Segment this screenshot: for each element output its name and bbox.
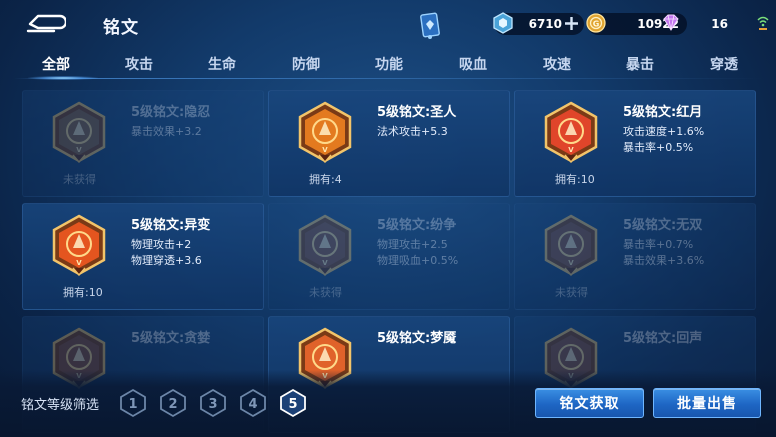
tab-lifesteal[interactable]: 吸血 bbox=[459, 54, 487, 74]
active-tab-indicator bbox=[28, 76, 98, 80]
hex-coin-icon bbox=[493, 12, 513, 34]
level-number: 5 bbox=[288, 397, 297, 412]
inscription-title: 5级铭文:隐忍 bbox=[131, 105, 211, 120]
plus-icon[interactable] bbox=[563, 15, 580, 32]
inscription-card[interactable]: V 5级铭文:隐忍 暴击效果+3.2 未获得 bbox=[22, 90, 264, 197]
level-filter-5[interactable]: 5 bbox=[279, 388, 307, 418]
inscription-stat: 法术攻击+5.3 bbox=[377, 125, 448, 138]
inscription-title: 5级铭文:红月 bbox=[623, 105, 703, 120]
owned-count: 未获得 bbox=[63, 173, 96, 186]
inscription-stat: 物理吸血+0.5% bbox=[377, 254, 459, 267]
inscription-stat: 物理攻击+2 bbox=[131, 238, 192, 251]
inscription-stat: 暴击率+0.7% bbox=[623, 238, 694, 251]
level-filter-4[interactable]: 4 bbox=[239, 388, 267, 418]
wifi-icon bbox=[757, 16, 769, 30]
owned-count: 拥有:4 bbox=[309, 173, 342, 186]
inscription-stat: 暴击率+0.5% bbox=[623, 141, 694, 154]
inscription-card[interactable]: V 5级铭文:纷争 物理攻击+2.5 物理吸血+0.5% 未获得 bbox=[268, 203, 510, 310]
currency-ticket-value: 6710 bbox=[528, 17, 562, 31]
inscription-stat: 物理攻击+2.5 bbox=[377, 238, 448, 251]
inscription-stat: 攻击速度+1.6% bbox=[623, 125, 705, 138]
inscription-stat: 暴击效果+3.6% bbox=[623, 254, 705, 267]
level-number: 4 bbox=[248, 397, 257, 412]
svg-text:V: V bbox=[568, 146, 574, 154]
owned-count: 拥有:10 bbox=[555, 173, 595, 186]
level-filter-1[interactable]: 1 bbox=[119, 388, 147, 418]
svg-text:V: V bbox=[322, 259, 328, 267]
inscription-title: 5级铭文:圣人 bbox=[377, 105, 457, 120]
inscription-title: 5级铭文:梦魇 bbox=[377, 331, 457, 346]
inscription-stat: 暴击效果+3.2 bbox=[131, 125, 202, 138]
inscription-card[interactable]: V 5级铭文:圣人 法术攻击+5.3 拥有:4 bbox=[268, 90, 510, 197]
page-title: 铭文 bbox=[103, 18, 139, 38]
svg-text:V: V bbox=[322, 146, 328, 154]
tab-defense[interactable]: 防御 bbox=[292, 54, 320, 74]
tab-attack-speed[interactable]: 攻速 bbox=[543, 54, 571, 74]
currency-gem-value: 16 bbox=[711, 17, 728, 31]
level-filter-2[interactable]: 2 bbox=[159, 388, 187, 418]
level-filter-label: 铭文等级筛选 bbox=[21, 398, 100, 413]
inscription-card[interactable]: V 5级铭文:无双 暴击率+0.7% 暴击效果+3.6% 未获得 bbox=[514, 203, 756, 310]
inscription-stat: 物理穿透+3.6 bbox=[131, 254, 202, 267]
tab-attack[interactable]: 攻击 bbox=[125, 54, 153, 74]
inscription-title: 5级铭文:纷争 bbox=[377, 218, 457, 233]
svg-text:V: V bbox=[76, 146, 82, 154]
inscription-card[interactable]: V 5级铭文:异变 物理攻击+2 物理穿透+3.6 拥有:10 bbox=[22, 203, 264, 310]
get-inscription-button[interactable]: 铭文获取 bbox=[535, 388, 644, 418]
level-number: 1 bbox=[128, 397, 137, 412]
tab-penetration[interactable]: 穿透 bbox=[710, 54, 738, 74]
tab-all[interactable]: 全部 bbox=[42, 54, 70, 74]
inscription-card[interactable]: V 5级铭文:红月 攻击速度+1.6% 暴击率+0.5% 拥有:10 bbox=[514, 90, 756, 197]
tab-health[interactable]: 生命 bbox=[208, 54, 236, 74]
inscription-page-icon[interactable] bbox=[419, 12, 441, 40]
inscription-emblem-icon: V bbox=[544, 101, 598, 164]
inscription-emblem-icon: V bbox=[52, 214, 106, 277]
level-filter-3[interactable]: 3 bbox=[199, 388, 227, 418]
diamond-icon bbox=[663, 14, 679, 31]
currency-gem: 16 bbox=[662, 13, 746, 35]
inscription-title: 5级铭文:回声 bbox=[623, 331, 703, 346]
tab-critical[interactable]: 暴击 bbox=[626, 54, 654, 74]
svg-text:G: G bbox=[593, 20, 600, 29]
inscription-emblem-icon: V bbox=[298, 214, 352, 277]
tab-divider bbox=[14, 78, 764, 79]
inscription-emblem-icon: V bbox=[298, 101, 352, 164]
inscription-title: 5级铭文:无双 bbox=[623, 218, 703, 233]
top-bar: 铭文 6710 G 10922 16 bbox=[0, 0, 776, 50]
svg-text:V: V bbox=[76, 259, 82, 267]
gold-coin-icon: G bbox=[586, 13, 606, 33]
owned-count: 未获得 bbox=[555, 286, 588, 299]
back-arrow-icon[interactable] bbox=[24, 12, 66, 36]
tab-utility[interactable]: 功能 bbox=[375, 54, 403, 74]
inscription-title: 5级铭文:贪婪 bbox=[131, 331, 211, 346]
category-tabs: 全部 攻击 生命 防御 功能 吸血 攻速 暴击 穿透 bbox=[14, 50, 764, 80]
owned-count: 未获得 bbox=[309, 286, 342, 299]
inscription-emblem-icon: V bbox=[52, 101, 106, 164]
bulk-sell-button[interactable]: 批量出售 bbox=[653, 388, 761, 418]
currency-ticket: 6710 bbox=[493, 12, 584, 35]
svg-text:V: V bbox=[568, 259, 574, 267]
inscription-title: 5级铭文:异变 bbox=[131, 218, 211, 233]
level-number: 3 bbox=[208, 397, 217, 412]
level-number: 2 bbox=[168, 397, 177, 412]
inscription-emblem-icon: V bbox=[544, 214, 598, 277]
owned-count: 拥有:10 bbox=[63, 286, 103, 299]
